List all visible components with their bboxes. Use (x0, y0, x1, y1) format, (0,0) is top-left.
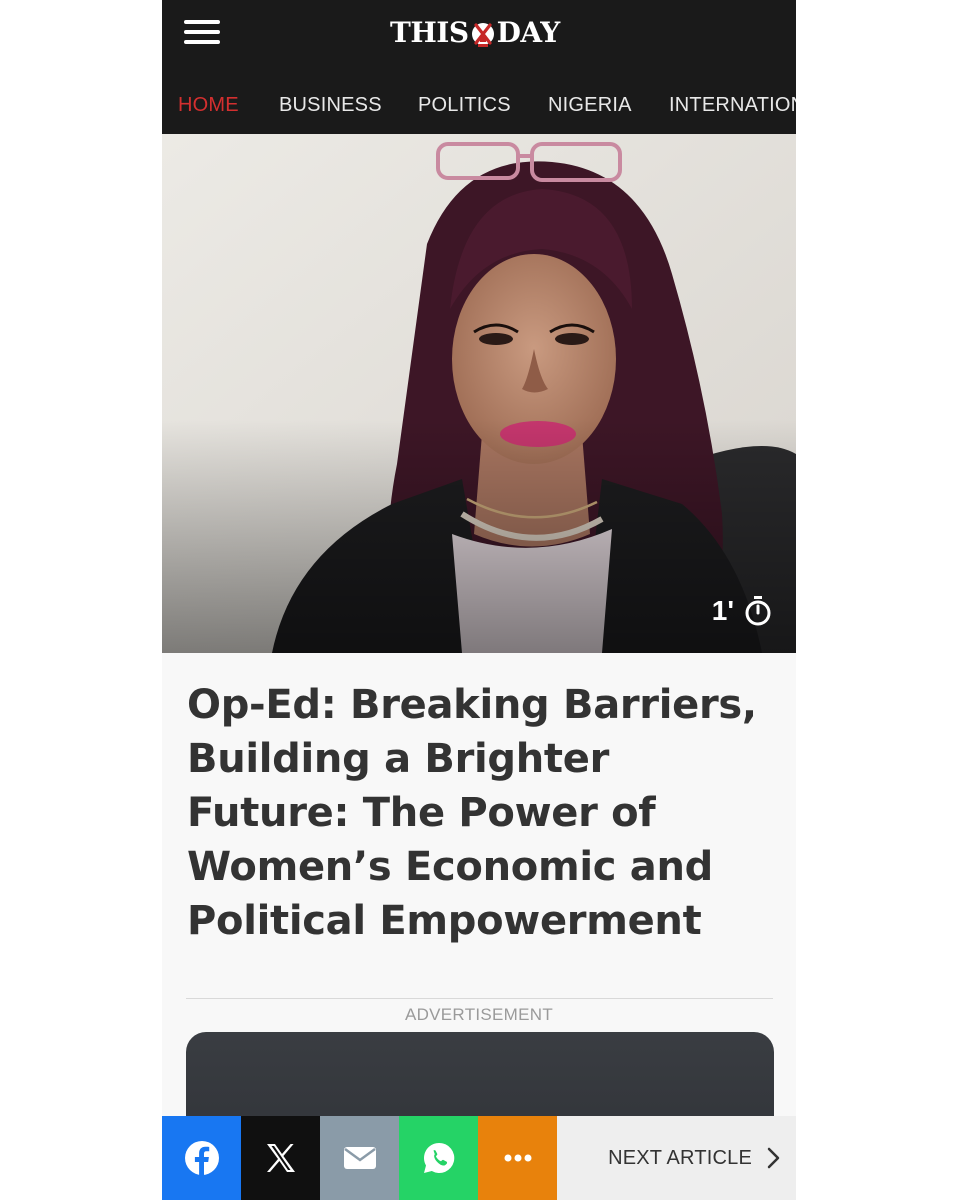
share-more-button[interactable] (478, 1116, 557, 1200)
site-logo[interactable]: THIS DAY (390, 12, 560, 52)
more-icon (504, 1154, 531, 1162)
share-whatsapp-button[interactable] (399, 1116, 478, 1200)
stopwatch-icon (745, 596, 771, 626)
share-email-button[interactable] (320, 1116, 399, 1200)
mail-icon (343, 1147, 376, 1169)
hamburger-menu-icon[interactable] (184, 18, 220, 46)
read-time-value: 1' (711, 595, 734, 626)
divider (186, 998, 773, 999)
read-time-badge: 1' (712, 595, 772, 627)
logo-text-left: THIS (390, 15, 469, 49)
chevron-right-icon (767, 1147, 780, 1169)
nav-item-nigeria[interactable]: NIGERIA (548, 94, 632, 117)
hero-image: 1' (162, 134, 796, 653)
logo-text-right: DAY (496, 15, 561, 49)
advertisement-label: ADVERTISEMENT (404, 1005, 554, 1024)
nav-item-international[interactable]: INTERNATION (669, 94, 796, 117)
article-title: Op-Ed: Breaking Barriers, Building a Bri… (187, 682, 757, 944)
nav-item-business[interactable]: BUSINESS (279, 94, 382, 117)
article-page: THIS DAY HOME BUSINESS POLITICS NIGERIA … (162, 0, 796, 1200)
share-x-button[interactable] (241, 1116, 320, 1200)
next-article-label: NEXT ARTICLE (608, 1146, 752, 1169)
share-bar: NEXT ARTICLE (162, 1116, 796, 1200)
next-article-button[interactable]: NEXT ARTICLE (557, 1116, 796, 1200)
share-facebook-button[interactable] (162, 1116, 241, 1200)
category-nav: HOME BUSINESS POLITICS NIGERIA INTERNATI… (162, 67, 796, 134)
top-bar: THIS DAY (162, 0, 796, 67)
whatsapp-icon (423, 1142, 454, 1173)
nav-item-politics[interactable]: POLITICS (418, 94, 511, 117)
facebook-icon (184, 1141, 219, 1175)
x-icon (266, 1144, 295, 1172)
portrait-photo (162, 134, 796, 653)
logo-emblem-icon (471, 23, 494, 47)
nav-item-home[interactable]: HOME (178, 94, 239, 117)
